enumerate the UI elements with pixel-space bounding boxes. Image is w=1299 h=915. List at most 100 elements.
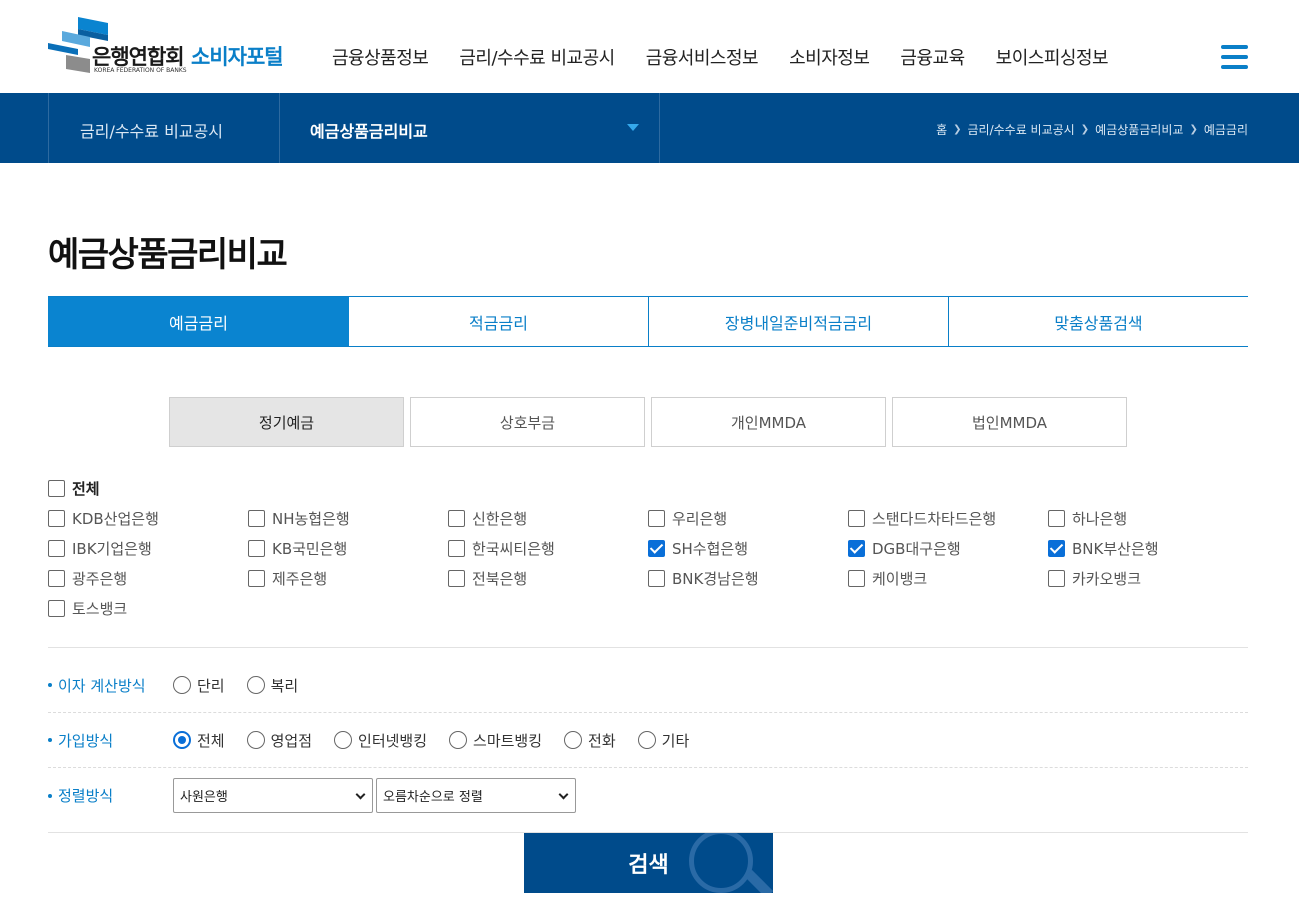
subtab-mutual-installment[interactable]: 상호부금 <box>410 397 645 447</box>
divider <box>48 647 1248 648</box>
checkbox-box[interactable] <box>848 510 865 527</box>
checkbox-box[interactable] <box>48 480 65 497</box>
radio-circle[interactable] <box>173 676 191 694</box>
tab-savings-rate[interactable]: 적금금리 <box>349 297 649 346</box>
checkbox-label: 하나은행 <box>1072 510 1128 528</box>
checkbox-bank[interactable]: DGB대구은행 <box>848 538 961 559</box>
checkbox-box[interactable] <box>248 540 265 557</box>
tab-custom-search[interactable]: 맞춤상품검색 <box>949 297 1248 346</box>
checkbox-box[interactable] <box>648 510 665 527</box>
radio-circle[interactable] <box>246 676 265 694</box>
radio-circle[interactable] <box>334 731 353 749</box>
checkbox-bank[interactable]: 광주은행 <box>48 568 127 589</box>
checkbox-box[interactable] <box>48 570 65 587</box>
checkbox-box-checked[interactable] <box>848 540 865 557</box>
subnav-current-dropdown[interactable]: 예금상품금리비교 <box>279 93 660 163</box>
radio-label: 스마트뱅킹 <box>473 731 543 750</box>
checkbox-box[interactable] <box>648 570 665 587</box>
checkbox-bank[interactable]: 케이뱅크 <box>848 568 927 589</box>
checkbox-box[interactable] <box>48 600 65 617</box>
checkbox-label: 신한은행 <box>472 510 528 528</box>
radio-join-other[interactable]: 기타 <box>637 730 689 751</box>
radio-join-smart[interactable]: 스마트뱅킹 <box>449 730 542 751</box>
checkbox-label: DGB대구은행 <box>872 540 961 558</box>
checkbox-bank[interactable]: 스탠다드차타드은행 <box>848 508 996 529</box>
checkbox-box-checked[interactable] <box>1048 540 1065 557</box>
breadcrumb-item[interactable]: 예금상품금리비교 <box>1095 121 1183 138</box>
checkbox-label: 스탠다드차타드은행 <box>872 510 997 528</box>
breadcrumb-current: 예금금리 <box>1203 123 1248 137</box>
checkbox-label: 광주은행 <box>72 570 128 588</box>
radio-join-branch[interactable]: 영업점 <box>246 730 312 751</box>
checkbox-box[interactable] <box>448 540 465 557</box>
checkbox-box[interactable] <box>248 510 265 527</box>
main-tabs: 예금금리 적금금리 장병내일준비적금금리 맞춤상품검색 <box>48 296 1248 347</box>
checkbox-bank[interactable]: 전북은행 <box>448 568 527 589</box>
radio-compound-interest[interactable]: 복리 <box>246 675 299 696</box>
checkbox-bank[interactable]: SH수협은행 <box>648 538 748 559</box>
checkbox-bank[interactable]: 제주은행 <box>248 568 327 589</box>
subnav-section-label: 금리/수수료 비교공시 <box>80 122 223 141</box>
search-button[interactable]: 검색 <box>524 833 773 893</box>
sub-tabs: 정기예금 상호부금 개인MMDA 법인MMDA <box>169 397 1133 447</box>
checkbox-bank[interactable]: 한국씨티은행 <box>448 538 555 559</box>
checkbox-box[interactable] <box>1048 510 1065 527</box>
radio-circle[interactable] <box>246 731 265 749</box>
checkbox-all[interactable]: 전체 <box>48 478 100 499</box>
radio-circle[interactable] <box>564 731 583 749</box>
sort-method-row: 정렬방식 사원은행 오름차순으로 정렬 <box>48 778 1248 813</box>
checkbox-box[interactable] <box>248 570 265 587</box>
subtab-time-deposit[interactable]: 정기예금 <box>169 397 404 447</box>
radio-join-all[interactable]: 전체 <box>173 730 225 751</box>
nav-item-rates[interactable]: 금리/수수료 비교공시 <box>459 44 615 70</box>
sort-field-select[interactable]: 사원은행 <box>173 778 373 813</box>
checkbox-bank[interactable]: IBK기업은행 <box>48 538 152 559</box>
tab-soldier-savings-rate[interactable]: 장병내일준비적금금리 <box>649 297 949 346</box>
radio-join-internet[interactable]: 인터넷뱅킹 <box>334 730 427 751</box>
radio-label: 복리 <box>270 676 299 695</box>
nav-item-consumer[interactable]: 소비자정보 <box>789 44 870 70</box>
checkbox-label: KDB산업은행 <box>72 510 159 528</box>
checkbox-bank[interactable]: BNK부산은행 <box>1048 538 1159 559</box>
tab-deposit-rate[interactable]: 예금금리 <box>48 297 349 346</box>
interest-method-label: 이자 계산방식 <box>48 675 173 696</box>
radio-circle-selected[interactable] <box>173 731 191 749</box>
checkbox-box[interactable] <box>448 570 465 587</box>
checkbox-bank[interactable]: 하나은행 <box>1048 508 1127 529</box>
checkbox-box[interactable] <box>48 540 65 557</box>
checkbox-box[interactable] <box>448 510 465 527</box>
checkbox-bank[interactable]: BNK경남은행 <box>648 568 759 589</box>
select-value: 오름차순으로 정렬 <box>383 790 483 805</box>
checkbox-box-checked[interactable] <box>648 540 665 557</box>
subtab-personal-mmda[interactable]: 개인MMDA <box>651 397 886 447</box>
checkbox-bank[interactable]: 우리은행 <box>648 508 727 529</box>
radio-simple-interest[interactable]: 단리 <box>173 675 225 696</box>
checkbox-box[interactable] <box>848 570 865 587</box>
hamburger-icon[interactable] <box>1221 45 1248 71</box>
checkbox-box[interactable] <box>1048 570 1065 587</box>
sort-order-select[interactable]: 오름차순으로 정렬 <box>376 778 576 813</box>
nav-item-education[interactable]: 금융교육 <box>900 44 965 70</box>
nav-item-phishing[interactable]: 보이스피싱정보 <box>996 44 1109 70</box>
checkbox-bank[interactable]: 신한은행 <box>448 508 527 529</box>
nav-item-services[interactable]: 금융서비스정보 <box>646 44 759 70</box>
checkbox-bank[interactable]: NH농협은행 <box>248 508 350 529</box>
subtab-corporate-mmda[interactable]: 법인MMDA <box>892 397 1127 447</box>
breadcrumb-home[interactable]: 홈 <box>936 121 947 138</box>
portal-name: 소비자포털 <box>191 45 284 69</box>
logo[interactable]: 은행연합회 KOREA FEDERATION OF BANKS 소비자포털 <box>48 15 298 77</box>
checkbox-bank[interactable]: KB국민은행 <box>248 538 347 559</box>
checkbox-bank[interactable]: KDB산업은행 <box>48 508 159 529</box>
checkbox-bank[interactable]: 카카오뱅크 <box>1048 568 1141 589</box>
radio-join-phone[interactable]: 전화 <box>564 730 616 751</box>
nav-item-products[interactable]: 금융상품정보 <box>332 44 429 70</box>
checkbox-box[interactable] <box>48 510 65 527</box>
checkbox-bank[interactable]: 토스뱅크 <box>48 598 127 619</box>
subnav-section[interactable]: 금리/수수료 비교공시 <box>48 93 279 163</box>
radio-label: 전체 <box>197 731 225 750</box>
radio-circle[interactable] <box>637 731 656 749</box>
magnifier-icon <box>689 833 753 893</box>
radio-circle[interactable] <box>449 731 468 749</box>
breadcrumb-item[interactable]: 금리/수수료 비교공시 <box>968 121 1075 138</box>
checkbox-label: SH수협은행 <box>672 540 749 558</box>
